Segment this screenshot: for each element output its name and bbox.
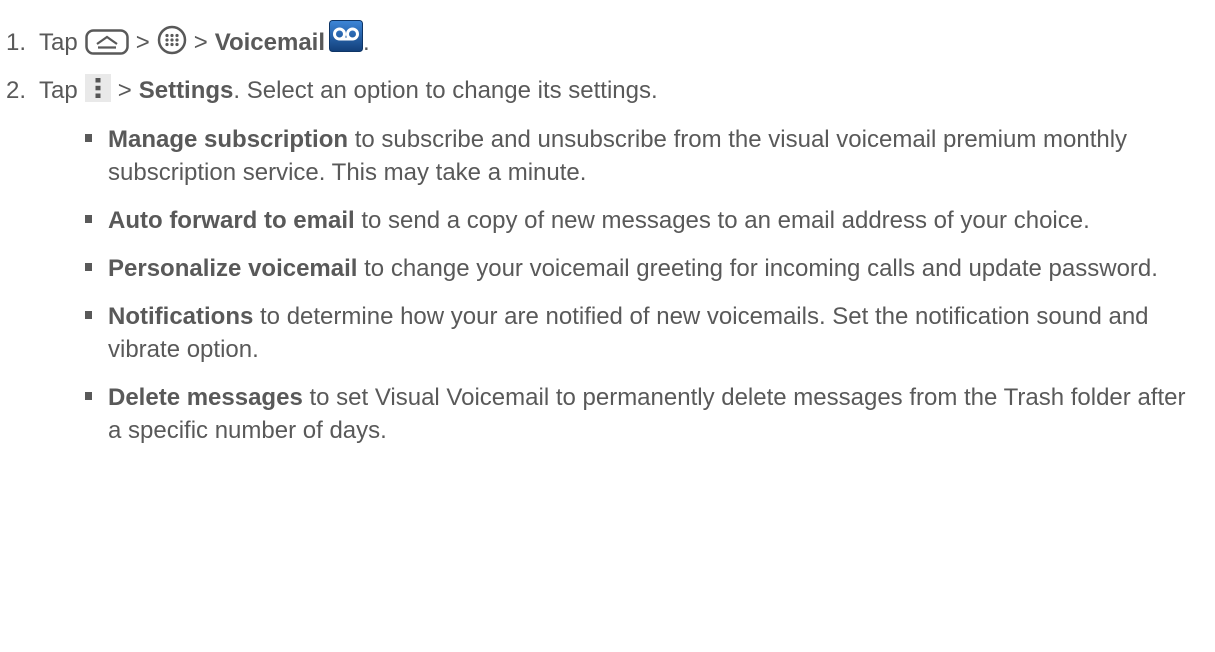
- step-number: 2.: [6, 77, 27, 104]
- list-item: Delete messages to set Visual Voicemail …: [85, 381, 1200, 447]
- list-item: Manage subscription to subscribe and uns…: [85, 123, 1200, 189]
- bullet-square-icon: [85, 263, 92, 271]
- voicemail-app-icon: [329, 20, 364, 52]
- step-verb: Tap: [39, 77, 78, 104]
- bullet-square-icon: [85, 311, 92, 319]
- option-title: Delete messages: [108, 384, 303, 411]
- period: .: [363, 29, 370, 56]
- option-title: Notifications: [108, 303, 254, 330]
- step-verb: Tap: [39, 29, 78, 56]
- step-2: 2. Tap > Settings . Select an option to …: [6, 74, 658, 105]
- document-page: 1. Tap > > Voicemail . 2. Tap > Settings…: [0, 0, 1215, 652]
- option-title: Auto forward to email: [108, 207, 355, 234]
- separator: >: [193, 29, 208, 56]
- step-2-rest: . Select an option to change its setting…: [233, 77, 658, 104]
- step-number: 1.: [6, 29, 27, 56]
- list-item: Notifications to determine how your are …: [85, 300, 1200, 366]
- option-title: Personalize voicemail: [108, 255, 358, 282]
- bullet-square-icon: [85, 134, 92, 142]
- step-1: 1. Tap > > Voicemail .: [6, 20, 370, 57]
- separator: >: [135, 29, 150, 56]
- separator: >: [117, 77, 132, 104]
- apps-icon: [157, 25, 186, 55]
- option-title: Manage subscription: [108, 126, 349, 153]
- bullet-square-icon: [85, 392, 92, 400]
- settings-label: Settings: [138, 77, 234, 104]
- list-item: Auto forward to email to send a copy of …: [85, 204, 1200, 237]
- settings-options-list: Manage subscription to subscribe and uns…: [85, 123, 1200, 462]
- home-icon: [84, 28, 129, 55]
- bullet-square-icon: [85, 215, 92, 223]
- menu-icon: [84, 74, 111, 102]
- option-description: to change your voicemail greeting for in…: [357, 255, 1158, 282]
- option-description: to send a copy of new messages to an ema…: [354, 207, 1090, 234]
- voicemail-label: Voicemail: [214, 29, 326, 56]
- list-item: Personalize voicemail to change your voi…: [85, 252, 1200, 285]
- option-description: to determine how your are notified of ne…: [108, 303, 1149, 363]
